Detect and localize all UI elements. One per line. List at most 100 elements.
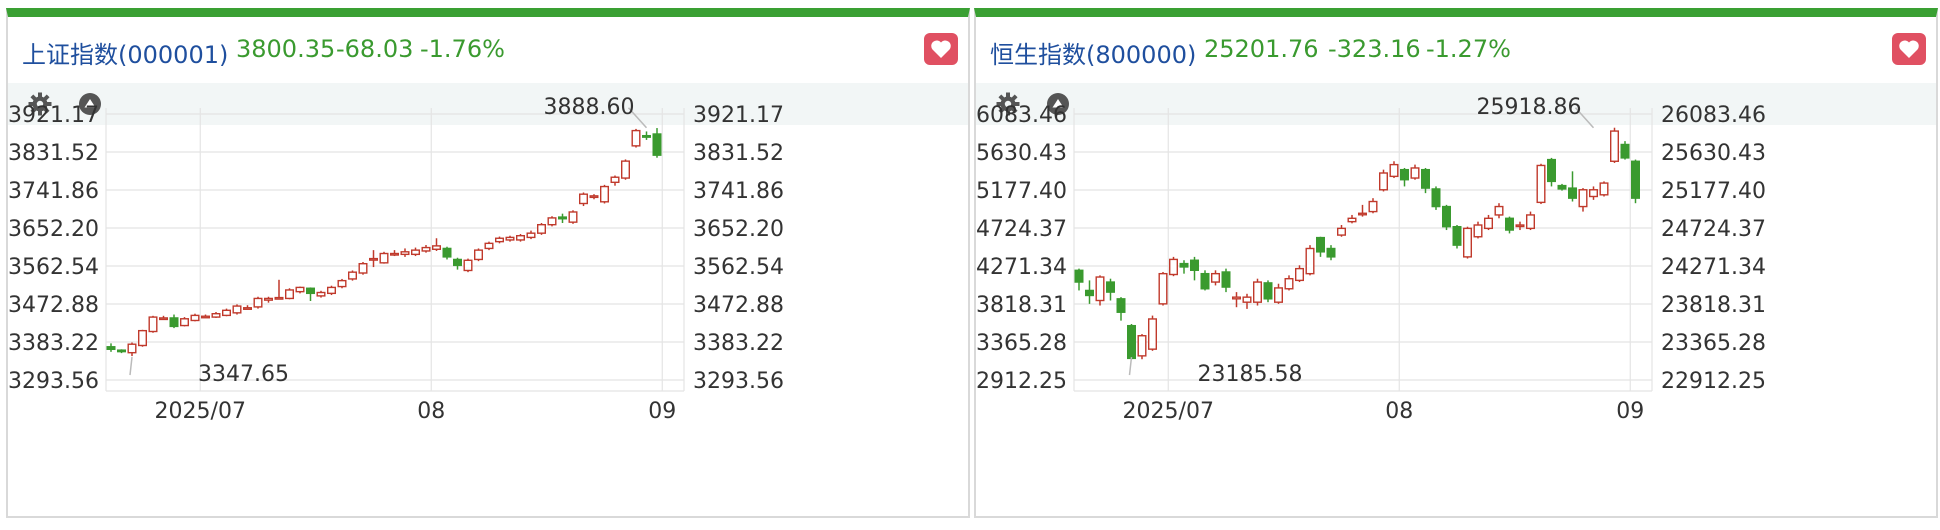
candle-body: [190, 314, 200, 322]
candle-body: [453, 258, 463, 267]
candle: [1168, 256, 1178, 277]
y-tick-label-left: 25177.40: [976, 179, 1067, 204]
candle-body: [505, 236, 515, 241]
candle-body: [547, 217, 557, 226]
x-tick-label: 09: [648, 399, 676, 424]
candle-body: [327, 286, 337, 295]
candle: [1431, 186, 1441, 210]
y-tick-label-left: 3383.22: [8, 331, 99, 356]
x-tick-label: 2025/07: [1123, 399, 1214, 424]
candle: [1305, 245, 1315, 276]
candle-body: [474, 249, 484, 261]
candle-body: [610, 176, 620, 184]
candle-body: [358, 262, 368, 274]
candle: [1589, 186, 1599, 200]
candle: [1242, 293, 1252, 309]
candle-body: [1284, 277, 1294, 290]
y-tick-label-right: 24724.37: [1661, 217, 1766, 242]
y-tick-label-right: 26083.46: [1661, 103, 1766, 128]
candle-body: [579, 193, 589, 205]
candle-body: [1095, 276, 1105, 302]
candle-body: [1589, 189, 1599, 198]
candle-body: [1536, 164, 1546, 204]
y-tick-label-left: 3293.56: [8, 369, 99, 394]
candle: [1147, 315, 1157, 351]
candle: [442, 246, 452, 260]
candle: [1274, 283, 1284, 304]
candle: [337, 278, 347, 289]
candle: [505, 235, 515, 242]
candle-body: [1242, 296, 1252, 303]
candle: [589, 194, 599, 200]
y-tick-label-right: 3472.88: [693, 293, 784, 318]
candle-body: [1337, 227, 1347, 236]
candle: [390, 250, 400, 257]
candle: [621, 159, 631, 180]
candle: [1631, 159, 1641, 204]
y-tick-label-right: 3562.54: [693, 255, 784, 280]
candle: [179, 317, 189, 327]
candle: [1494, 203, 1504, 219]
candle: [306, 287, 316, 301]
candle: [316, 290, 326, 298]
candle: [1137, 334, 1147, 360]
candle-body: [442, 247, 452, 258]
candle-body: [1105, 281, 1115, 293]
candle: [1326, 245, 1336, 261]
candle: [1253, 278, 1263, 306]
y-tick-label-left: 24724.37: [976, 217, 1067, 242]
candle: [453, 257, 463, 270]
candle-body: [421, 246, 431, 252]
candle: [1358, 204, 1368, 217]
candle-body: [232, 305, 242, 314]
y-tick-label-left: 25630.43: [976, 141, 1067, 166]
candle: [411, 247, 421, 257]
x-tick-label: 09: [1616, 399, 1644, 424]
candle-body: [137, 329, 147, 347]
candle-body: [316, 291, 326, 297]
candle-body: [516, 235, 526, 241]
candle: [158, 315, 168, 321]
candle-body: [1074, 269, 1084, 283]
candle-body: [1610, 130, 1620, 162]
annotation-leader: [1128, 356, 1133, 376]
y-tick-label-left: 3472.88: [8, 293, 99, 318]
candle: [1568, 171, 1578, 202]
y-tick-label-left: 3562.54: [8, 255, 99, 280]
y-tick-label-left: 3921.17: [8, 103, 99, 128]
candle-body: [264, 297, 274, 301]
candle: [568, 210, 578, 224]
candle-body: [390, 252, 400, 256]
candle: [295, 286, 305, 294]
candlestick-chart: 26083.46 26083.46 25630.43 25630.43 25177.40…: [976, 95, 1766, 424]
candle: [242, 305, 252, 310]
sse-panel: 上证指数(000001) 3800.35 -68.03 -1.76% 3921.…: [6, 8, 970, 518]
candle-body: [1263, 282, 1273, 300]
candle-body: [589, 195, 599, 199]
candle: [1400, 167, 1410, 187]
candle-body: [1620, 143, 1630, 159]
x-tick-label: 08: [1385, 399, 1413, 424]
candle: [463, 258, 473, 273]
candle-body: [179, 318, 189, 327]
candle-body: [1274, 287, 1284, 303]
candle: [348, 270, 358, 281]
y-tick-label-left: 23818.31: [976, 293, 1067, 318]
candle: [1179, 260, 1189, 274]
candle-body: [1547, 158, 1557, 183]
candle-body: [200, 315, 210, 319]
candle-body: [1431, 188, 1441, 208]
x-tick-label: 08: [417, 399, 445, 424]
y-tick-label-right: 25177.40: [1661, 179, 1766, 204]
y-tick-label-left: 3741.86: [8, 179, 99, 204]
candle: [1578, 188, 1588, 212]
candle: [1505, 216, 1515, 234]
candle-body: [1295, 267, 1305, 282]
candle: [274, 279, 284, 300]
candle: [1610, 127, 1620, 163]
y-tick-label-right: 3921.17: [693, 103, 784, 128]
candle-body: [148, 316, 158, 333]
y-tick-label-right: 23365.28: [1661, 331, 1766, 356]
candle-body: [369, 257, 379, 261]
y-tick-label-left: 23365.28: [976, 331, 1067, 356]
